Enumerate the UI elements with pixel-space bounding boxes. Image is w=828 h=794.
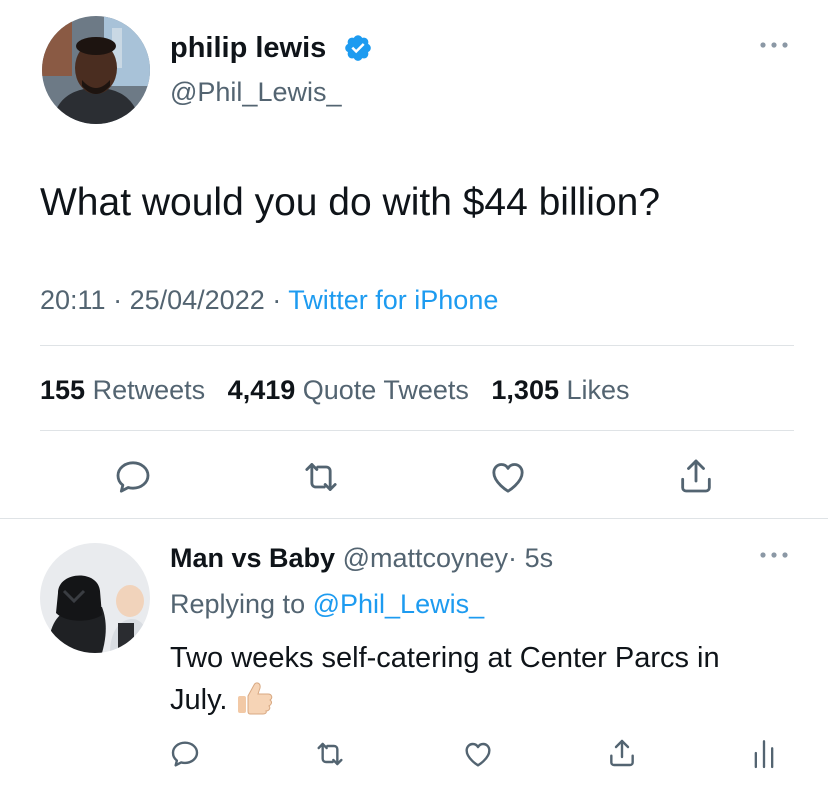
reply-icon[interactable]: [169, 738, 201, 770]
author-handle[interactable]: @Phil_Lewis_: [170, 76, 342, 108]
likes-count: 1,305: [491, 375, 559, 405]
divider: [40, 430, 794, 431]
reply-age: 5s: [524, 543, 554, 573]
reply-author-handle[interactable]: @mattcoyney: [343, 543, 508, 573]
likes-stat[interactable]: 1,305 Likes: [491, 375, 629, 405]
quotes-count: 4,419: [227, 375, 296, 405]
reply-icon[interactable]: [113, 457, 153, 497]
replying-to-line: Replying to @Phil_Lewis_: [170, 588, 484, 620]
reply-author-name[interactable]: Man vs Baby: [170, 543, 335, 573]
like-icon[interactable]: [462, 738, 494, 770]
reply-header: Man vs Baby @mattcoyney· 5s: [170, 542, 553, 574]
retweets-stat[interactable]: 155 Retweets: [40, 375, 213, 405]
separator-dot: ·: [508, 543, 518, 573]
more-options-icon[interactable]: [758, 550, 790, 560]
retweets-label: Retweets: [92, 375, 206, 405]
thumbs-up-emoji: [236, 682, 274, 716]
more-options-icon[interactable]: [758, 40, 790, 50]
like-icon[interactable]: [488, 457, 528, 497]
replying-to-prefix: Replying to: [170, 589, 306, 619]
analytics-icon[interactable]: [750, 736, 778, 770]
tweet-text: What would you do with $44 billion?: [40, 181, 661, 224]
author-name[interactable]: philip lewis: [170, 31, 326, 65]
retweet-icon[interactable]: [300, 457, 342, 497]
reply-text-line-1: Two weeks self-catering at Center Parcs …: [170, 642, 720, 674]
verified-badge-icon: [343, 33, 373, 63]
tweet-source-link[interactable]: Twitter for iPhone: [288, 285, 498, 315]
retweets-count: 155: [40, 375, 86, 405]
tweet-stats: 155 Retweets 4,419 Quote Tweets 1,305 Li…: [40, 374, 630, 406]
likes-label: Likes: [566, 375, 630, 405]
quotes-stat[interactable]: 4,419 Quote Tweets: [228, 375, 477, 405]
author-avatar[interactable]: [42, 16, 150, 124]
reply-text-end: July.: [170, 684, 228, 716]
reply-author-avatar[interactable]: [40, 543, 150, 653]
separator-dot: ·: [113, 285, 123, 315]
retweet-icon[interactable]: [313, 738, 347, 770]
divider: [40, 345, 794, 346]
tweet-time: 20:11: [40, 285, 106, 315]
replying-to-link[interactable]: @Phil_Lewis_: [313, 589, 485, 619]
tweet-timestamp: 20:11 · 25/04/2022 · Twitter for iPhone: [40, 284, 498, 316]
separator-dot: ·: [272, 285, 282, 315]
share-icon[interactable]: [606, 736, 638, 770]
tweet-date: 25/04/2022: [129, 285, 265, 315]
share-icon[interactable]: [676, 455, 716, 497]
reply-text-line-2: July.: [170, 681, 274, 717]
quotes-label: Quote Tweets: [302, 375, 469, 405]
divider: [0, 518, 828, 519]
